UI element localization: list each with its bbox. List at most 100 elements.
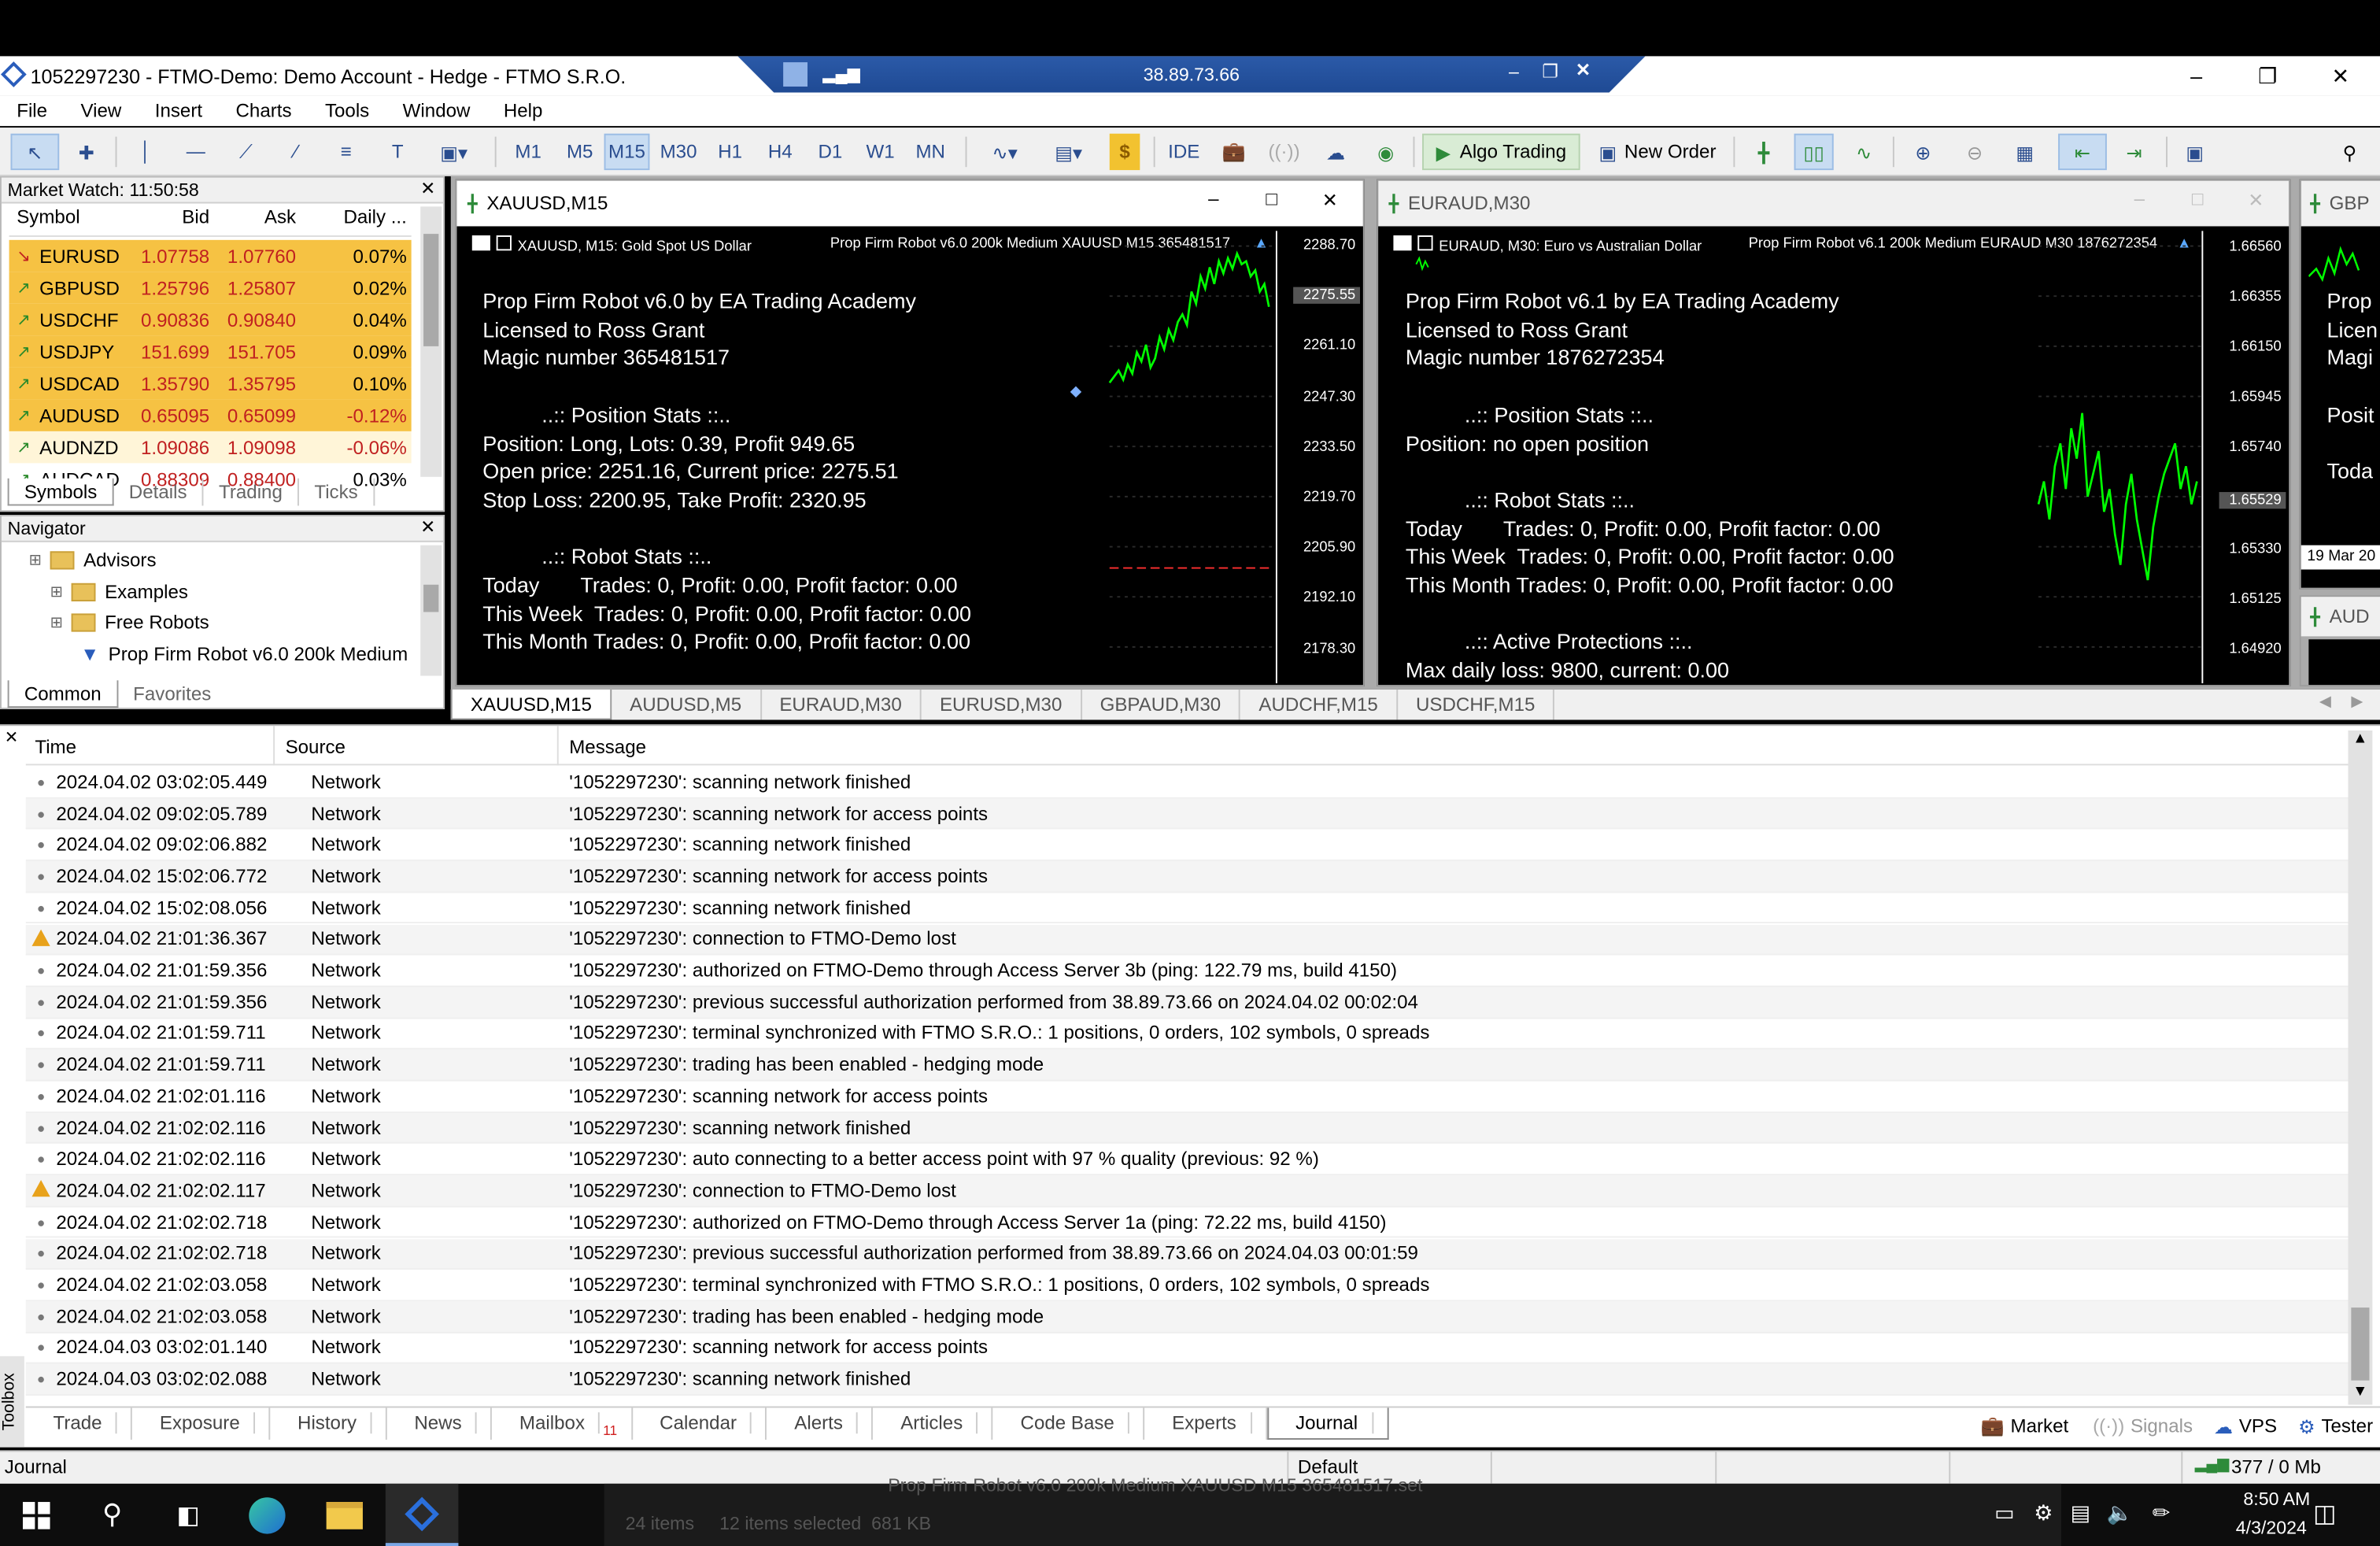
volume-icon[interactable]: 🔈 bbox=[2107, 1500, 2134, 1526]
fibonacci-icon[interactable]: ≡ bbox=[328, 134, 364, 170]
tab-ticks[interactable]: Ticks bbox=[299, 478, 375, 506]
journal-row[interactable]: ● 2024.04.02 21:01:59.711 Network '10522972… bbox=[25, 1049, 2349, 1082]
market-watch-row[interactable]: ↗ USDJPY 151.699 151.705 0.09% bbox=[9, 335, 412, 368]
journal-row[interactable]: ● 2024.04.02 09:02:05.789 Network '10522972… bbox=[25, 798, 2349, 830]
new-order-button[interactable]: ▣ New Order bbox=[1587, 134, 1727, 170]
market-watch-close-icon[interactable]: ✕ bbox=[420, 178, 435, 199]
chart-tab[interactable]: XAUUSD,M15 bbox=[450, 689, 612, 720]
journal-row[interactable]: ● 2024.04.02 15:02:06.772 Network '10522972… bbox=[25, 861, 2349, 893]
chart-window-aud[interactable]: ╋ AUD bbox=[2299, 595, 2380, 687]
task-view-icon[interactable]: ◧ bbox=[152, 1484, 225, 1546]
col-daily[interactable]: Daily ... bbox=[296, 206, 412, 235]
signals-link[interactable]: Signals bbox=[2131, 1415, 2193, 1437]
tab-calendar[interactable]: Calendar bbox=[632, 1407, 767, 1440]
journal-row[interactable]: ● 2024.04.02 21:02:03.058 Network '10522972… bbox=[25, 1270, 2349, 1302]
signals-icon[interactable]: ((·)) bbox=[1267, 134, 1300, 170]
tab-articles[interactable]: Articles bbox=[874, 1407, 993, 1440]
menu-charts[interactable]: Charts bbox=[236, 100, 292, 121]
menu-insert[interactable]: Insert bbox=[155, 100, 202, 121]
vertical-line-icon[interactable]: │ bbox=[128, 134, 164, 170]
journal-row[interactable]: 2024.04.02 21:02:02.117 Network '105229723… bbox=[25, 1175, 2349, 1208]
journal-row[interactable]: ● 2024.04.02 03:02:05.449 Network '10522972… bbox=[25, 767, 2349, 799]
tab-details[interactable]: Details bbox=[114, 478, 204, 506]
tile-windows-icon[interactable]: ▦ bbox=[2007, 134, 2043, 170]
journal-row[interactable]: ● 2024.04.02 21:02:03.058 Network '10522972… bbox=[25, 1301, 2349, 1333]
tab-experts[interactable]: Experts bbox=[1144, 1407, 1267, 1440]
timeframe-h1[interactable]: H1 bbox=[708, 134, 753, 170]
tab-mailbox[interactable]: Mailbox 11 bbox=[492, 1407, 633, 1440]
chart-tab[interactable]: USDCHF,M15 bbox=[1398, 689, 1555, 720]
bar-chart-icon[interactable]: ╋ bbox=[1746, 134, 1782, 170]
chart-close-icon[interactable]: ✕ bbox=[2248, 188, 2264, 211]
text-tool-icon[interactable]: T bbox=[379, 134, 416, 170]
globe-icon[interactable]: ◉ bbox=[1368, 134, 1404, 170]
tab-alerts[interactable]: Alerts bbox=[767, 1407, 874, 1440]
nav-examples[interactable]: ⊞ Examples bbox=[50, 577, 188, 608]
market-link[interactable]: Market bbox=[2011, 1415, 2069, 1437]
chart-tab[interactable]: EURAUD,M30 bbox=[761, 689, 922, 720]
journal-row[interactable]: ● 2024.04.02 21:02:02.718 Network '10522972… bbox=[25, 1238, 2349, 1270]
chart-maximize-icon[interactable]: □ bbox=[1266, 188, 1277, 209]
nav-free-robots[interactable]: ⊞ Free Robots bbox=[50, 608, 209, 638]
timeframe-mn[interactable]: MN bbox=[907, 134, 953, 170]
scroll-down-icon[interactable]: ▼ bbox=[2352, 1384, 2367, 1400]
zoom-out-icon[interactable]: ⊖ bbox=[1957, 134, 1993, 170]
toolbox-close-icon[interactable]: ✕ bbox=[5, 727, 19, 747]
chart-minimize-icon[interactable]: – bbox=[2134, 188, 2145, 209]
journal-row[interactable]: ● 2024.04.02 21:02:02.116 Network '10522972… bbox=[25, 1144, 2349, 1176]
journal-row[interactable]: ● 2024.04.02 21:02:02.116 Network '10522972… bbox=[25, 1112, 2349, 1145]
chart-tab[interactable]: AUDUSD,M5 bbox=[612, 689, 762, 720]
start-button[interactable] bbox=[0, 1484, 73, 1546]
scroll-up-icon[interactable]: ▲ bbox=[2352, 730, 2367, 747]
timeframe-m15[interactable]: M15 bbox=[604, 133, 650, 171]
shapes-icon[interactable]: ▣▾ bbox=[428, 134, 480, 170]
chart-tab[interactable]: AUDCHF,M15 bbox=[1240, 689, 1398, 720]
pen-icon[interactable]: ✏ bbox=[2153, 1500, 2171, 1526]
timeframe-m5[interactable]: M5 bbox=[557, 134, 603, 170]
navigator-scrollbar[interactable] bbox=[420, 545, 442, 676]
zoom-in-icon[interactable]: ⊕ bbox=[1905, 134, 1941, 170]
market-bag-icon[interactable]: 💼 bbox=[1219, 134, 1250, 170]
network-icon[interactable]: ▤ bbox=[2071, 1500, 2091, 1526]
market-watch-row[interactable]: ↗ USDCAD 1.35790 1.35795 0.10% bbox=[9, 367, 412, 400]
crosshair-icon[interactable]: ✚ bbox=[67, 134, 106, 170]
col-source[interactable]: Source bbox=[286, 737, 346, 758]
channel-icon[interactable]: ∕ bbox=[278, 134, 314, 170]
journal-row[interactable]: ● 2024.04.02 15:02:08.056 Network '10522972… bbox=[25, 893, 2349, 924]
chart-tab[interactable]: EURUSD,M30 bbox=[922, 689, 1082, 720]
journal-row[interactable]: ● 2024.04.02 21:01:59.356 Network '10522972… bbox=[25, 986, 2349, 1019]
chart-window-euraud[interactable]: ╋ EURAUD,M30 – □ ✕ EURAUD, M30: Euro vs … bbox=[1377, 179, 2291, 687]
chart-window-gbp[interactable]: ╋ GBP Prop Licen Magi Posit Toda 19 Mar 20 bbox=[2299, 179, 2380, 590]
navigator-close-icon[interactable]: ✕ bbox=[420, 516, 435, 538]
journal-row[interactable]: ● 2024.04.02 21:01:59.356 Network '10522972… bbox=[25, 956, 2349, 987]
timeframe-d1[interactable]: D1 bbox=[808, 134, 853, 170]
vps-cloud-icon[interactable]: ☁ bbox=[1318, 134, 1354, 170]
nav-advisors[interactable]: ⊞ Advisors bbox=[29, 546, 157, 576]
edge-icon[interactable] bbox=[231, 1484, 304, 1546]
market-watch-scrollbar[interactable] bbox=[420, 206, 442, 477]
col-symbol[interactable]: Symbol bbox=[9, 206, 119, 235]
journal-scrollbar[interactable]: ▲ ▼ bbox=[2348, 730, 2373, 1405]
nav-prop-firm-robot[interactable]: ▼ Prop Firm Robot v6.0 200k Medium bbox=[80, 639, 408, 670]
chart-maximize-icon[interactable]: □ bbox=[2192, 188, 2204, 209]
cursor-tool-icon[interactable]: ↖ bbox=[10, 133, 60, 171]
screenshot-icon[interactable]: ▣ bbox=[2177, 134, 2213, 170]
market-watch-row[interactable]: ↗ USDCHF 0.90836 0.90840 0.04% bbox=[9, 303, 412, 336]
tester-link[interactable]: Tester bbox=[2321, 1415, 2373, 1437]
col-time[interactable]: Time bbox=[35, 737, 76, 758]
journal-row[interactable]: 2024.04.02 21:01:36.367 Network '105229723… bbox=[25, 923, 2349, 956]
dollar-icon[interactable]: $ bbox=[1109, 133, 1140, 171]
tab-history[interactable]: History bbox=[270, 1407, 387, 1440]
tab-journal[interactable]: Journal bbox=[1266, 1407, 1388, 1440]
tab-common[interactable]: Common bbox=[7, 680, 118, 708]
usb-icon[interactable]: ▭ bbox=[1994, 1500, 2015, 1526]
tab-scroll-right-icon[interactable]: ▶ bbox=[2351, 694, 2363, 711]
chart-minimize-icon[interactable]: – bbox=[1208, 188, 1218, 209]
horizontal-line-icon[interactable]: — bbox=[178, 134, 214, 170]
timeframe-m30[interactable]: M30 bbox=[656, 134, 701, 170]
ide-button[interactable]: IDE bbox=[1161, 134, 1207, 170]
timeframe-h4[interactable]: H4 bbox=[757, 134, 803, 170]
trendline-icon[interactable]: ⟋ bbox=[227, 134, 264, 170]
menu-tools[interactable]: Tools bbox=[325, 100, 369, 121]
file-explorer-icon[interactable] bbox=[308, 1484, 381, 1546]
